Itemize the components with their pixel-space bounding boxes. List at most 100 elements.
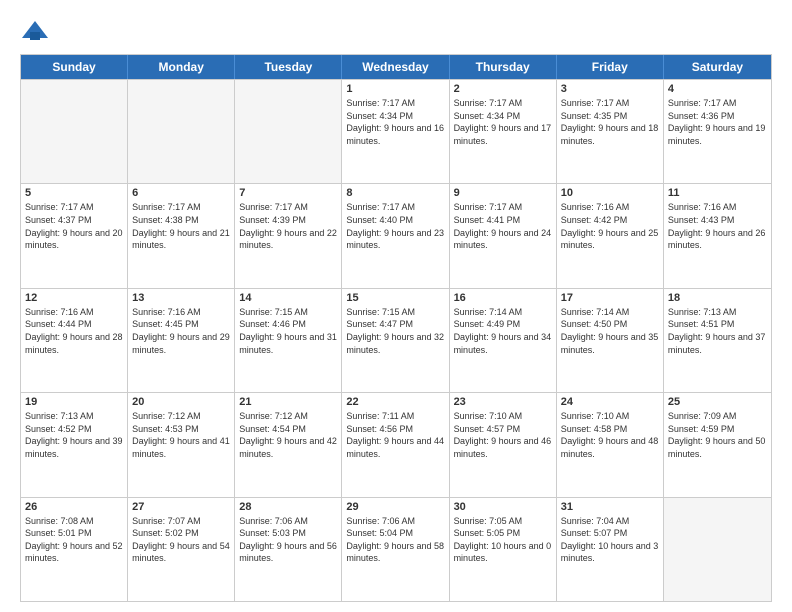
cell-info: Sunrise: 7:15 AM Sunset: 4:47 PM Dayligh… [346, 306, 444, 356]
day-number: 16 [454, 292, 552, 304]
day-number: 12 [25, 292, 123, 304]
cell-info: Sunrise: 7:14 AM Sunset: 4:49 PM Dayligh… [454, 306, 552, 356]
day-number: 29 [346, 501, 444, 513]
day-number: 5 [25, 187, 123, 199]
cell-info: Sunrise: 7:17 AM Sunset: 4:36 PM Dayligh… [668, 97, 767, 147]
day-cell-21: 21 Sunrise: 7:12 AM Sunset: 4:54 PM Dayli… [235, 393, 342, 496]
day-number: 2 [454, 83, 552, 95]
day-number: 21 [239, 396, 337, 408]
day-number: 31 [561, 501, 659, 513]
cell-info: Sunrise: 7:17 AM Sunset: 4:34 PM Dayligh… [346, 97, 444, 147]
cell-info: Sunrise: 7:16 AM Sunset: 4:45 PM Dayligh… [132, 306, 230, 356]
cell-info: Sunrise: 7:16 AM Sunset: 4:44 PM Dayligh… [25, 306, 123, 356]
day-number: 11 [668, 187, 767, 199]
day-cell-4: 4 Sunrise: 7:17 AM Sunset: 4:36 PM Daylig… [664, 80, 771, 183]
day-number: 30 [454, 501, 552, 513]
calendar: SundayMondayTuesdayWednesdayThursdayFrid… [20, 54, 772, 602]
calendar-row-4: 19 Sunrise: 7:13 AM Sunset: 4:52 PM Dayli… [21, 392, 771, 496]
day-number: 1 [346, 83, 444, 95]
day-cell-7: 7Sunrise: 7:17 AM Sunset: 4:39 PM Daylig… [235, 184, 342, 287]
day-cell-2: 2Sunrise: 7:17 AM Sunset: 4:34 PM Daylig… [450, 80, 557, 183]
cell-info: Sunrise: 7:07 AM Sunset: 5:02 PM Dayligh… [132, 515, 230, 565]
day-cell-8: 8 Sunrise: 7:17 AM Sunset: 4:40 PM Daylig… [342, 184, 449, 287]
cell-info: Sunrise: 7:17 AM Sunset: 4:35 PM Dayligh… [561, 97, 659, 147]
day-cell-17: 17 Sunrise: 7:14 AM Sunset: 4:50 PM Dayli… [557, 289, 664, 392]
day-cell-28: 28Sunrise: 7:06 AM Sunset: 5:03 PM Dayli… [235, 498, 342, 601]
day-cell-5: 5 Sunrise: 7:17 AM Sunset: 4:37 PM Daylig… [21, 184, 128, 287]
cell-info: Sunrise: 7:13 AM Sunset: 4:51 PM Dayligh… [668, 306, 767, 356]
day-cell-25: 25Sunrise: 7:09 AM Sunset: 4:59 PM Dayli… [664, 393, 771, 496]
cell-info: Sunrise: 7:16 AM Sunset: 4:42 PM Dayligh… [561, 201, 659, 251]
day-number: 19 [25, 396, 123, 408]
day-header-thursday: Thursday [450, 55, 557, 79]
empty-cell [21, 80, 128, 183]
day-header-wednesday: Wednesday [342, 55, 449, 79]
cell-info: Sunrise: 7:17 AM Sunset: 4:39 PM Dayligh… [239, 201, 337, 251]
day-header-saturday: Saturday [664, 55, 771, 79]
day-number: 6 [132, 187, 230, 199]
day-cell-15: 15Sunrise: 7:15 AM Sunset: 4:47 PM Dayli… [342, 289, 449, 392]
day-number: 24 [561, 396, 659, 408]
day-cell-18: 18Sunrise: 7:13 AM Sunset: 4:51 PM Dayli… [664, 289, 771, 392]
day-cell-9: 9Sunrise: 7:17 AM Sunset: 4:41 PM Daylig… [450, 184, 557, 287]
day-cell-24: 24 Sunrise: 7:10 AM Sunset: 4:58 PM Dayli… [557, 393, 664, 496]
cell-info: Sunrise: 7:13 AM Sunset: 4:52 PM Dayligh… [25, 410, 123, 460]
cell-info: Sunrise: 7:12 AM Sunset: 4:53 PM Dayligh… [132, 410, 230, 460]
cell-info: Sunrise: 7:06 AM Sunset: 5:03 PM Dayligh… [239, 515, 337, 565]
cell-info: Sunrise: 7:12 AM Sunset: 4:54 PM Dayligh… [239, 410, 337, 460]
calendar-header: SundayMondayTuesdayWednesdayThursdayFrid… [21, 55, 771, 79]
day-number: 8 [346, 187, 444, 199]
cell-info: Sunrise: 7:08 AM Sunset: 5:01 PM Dayligh… [25, 515, 123, 565]
day-number: 13 [132, 292, 230, 304]
day-number: 14 [239, 292, 337, 304]
day-cell-26: 26 Sunrise: 7:08 AM Sunset: 5:01 PM Dayli… [21, 498, 128, 601]
logo-icon [20, 16, 50, 46]
day-cell-29: 29 Sunrise: 7:06 AM Sunset: 5:04 PM Dayli… [342, 498, 449, 601]
day-cell-31: 31 Sunrise: 7:04 AM Sunset: 5:07 PM Dayli… [557, 498, 664, 601]
day-number: 20 [132, 396, 230, 408]
empty-cell [128, 80, 235, 183]
cell-info: Sunrise: 7:04 AM Sunset: 5:07 PM Dayligh… [561, 515, 659, 565]
calendar-row-1: 1 Sunrise: 7:17 AM Sunset: 4:34 PM Daylig… [21, 79, 771, 183]
header [20, 16, 772, 46]
day-cell-12: 12 Sunrise: 7:16 AM Sunset: 4:44 PM Dayli… [21, 289, 128, 392]
day-number: 17 [561, 292, 659, 304]
day-header-tuesday: Tuesday [235, 55, 342, 79]
day-number: 26 [25, 501, 123, 513]
calendar-row-3: 12 Sunrise: 7:16 AM Sunset: 4:44 PM Dayli… [21, 288, 771, 392]
cell-info: Sunrise: 7:17 AM Sunset: 4:41 PM Dayligh… [454, 201, 552, 251]
empty-cell [664, 498, 771, 601]
cell-info: Sunrise: 7:11 AM Sunset: 4:56 PM Dayligh… [346, 410, 444, 460]
day-header-friday: Friday [557, 55, 664, 79]
day-cell-10: 10 Sunrise: 7:16 AM Sunset: 4:42 PM Dayli… [557, 184, 664, 287]
day-number: 23 [454, 396, 552, 408]
cell-info: Sunrise: 7:15 AM Sunset: 4:46 PM Dayligh… [239, 306, 337, 356]
day-cell-19: 19 Sunrise: 7:13 AM Sunset: 4:52 PM Dayli… [21, 393, 128, 496]
day-cell-22: 22 Sunrise: 7:11 AM Sunset: 4:56 PM Dayli… [342, 393, 449, 496]
day-cell-3: 3 Sunrise: 7:17 AM Sunset: 4:35 PM Daylig… [557, 80, 664, 183]
cell-info: Sunrise: 7:09 AM Sunset: 4:59 PM Dayligh… [668, 410, 767, 460]
day-cell-16: 16 Sunrise: 7:14 AM Sunset: 4:49 PM Dayli… [450, 289, 557, 392]
day-header-sunday: Sunday [21, 55, 128, 79]
empty-cell [235, 80, 342, 183]
day-number: 3 [561, 83, 659, 95]
cell-info: Sunrise: 7:05 AM Sunset: 5:05 PM Dayligh… [454, 515, 552, 565]
calendar-row-2: 5 Sunrise: 7:17 AM Sunset: 4:37 PM Daylig… [21, 183, 771, 287]
day-number: 22 [346, 396, 444, 408]
cell-info: Sunrise: 7:10 AM Sunset: 4:57 PM Dayligh… [454, 410, 552, 460]
calendar-row-5: 26 Sunrise: 7:08 AM Sunset: 5:01 PM Dayli… [21, 497, 771, 601]
cell-info: Sunrise: 7:14 AM Sunset: 4:50 PM Dayligh… [561, 306, 659, 356]
cell-info: Sunrise: 7:06 AM Sunset: 5:04 PM Dayligh… [346, 515, 444, 565]
page: SundayMondayTuesdayWednesdayThursdayFrid… [0, 0, 792, 612]
day-cell-6: 6Sunrise: 7:17 AM Sunset: 4:38 PM Daylig… [128, 184, 235, 287]
day-cell-11: 11Sunrise: 7:16 AM Sunset: 4:43 PM Dayli… [664, 184, 771, 287]
day-cell-20: 20 Sunrise: 7:12 AM Sunset: 4:53 PM Dayli… [128, 393, 235, 496]
day-number: 10 [561, 187, 659, 199]
day-cell-23: 23 Sunrise: 7:10 AM Sunset: 4:57 PM Dayli… [450, 393, 557, 496]
cell-info: Sunrise: 7:17 AM Sunset: 4:37 PM Dayligh… [25, 201, 123, 251]
day-cell-13: 13 Sunrise: 7:16 AM Sunset: 4:45 PM Dayli… [128, 289, 235, 392]
day-number: 27 [132, 501, 230, 513]
cell-info: Sunrise: 7:10 AM Sunset: 4:58 PM Dayligh… [561, 410, 659, 460]
day-number: 4 [668, 83, 767, 95]
cell-info: Sunrise: 7:17 AM Sunset: 4:40 PM Dayligh… [346, 201, 444, 251]
